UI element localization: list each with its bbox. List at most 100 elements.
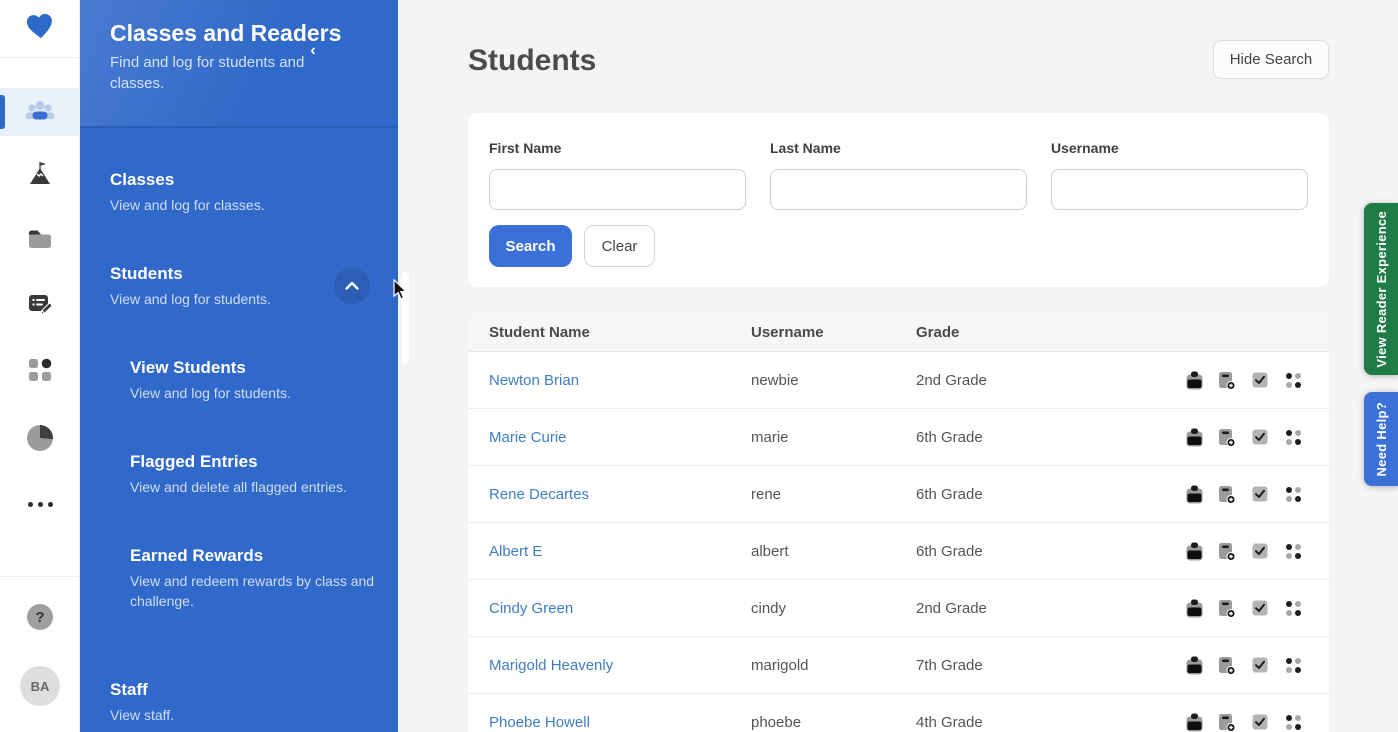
brand-logo[interactable] [0, 6, 80, 52]
student-username: marigold [751, 657, 916, 674]
nav-section-desc: View and log for classes. [110, 195, 265, 215]
reader-dots-icon[interactable] [1284, 371, 1302, 390]
add-log-icon[interactable] [1218, 428, 1236, 447]
need-help-tab[interactable]: Need Help? [1364, 392, 1398, 486]
add-log-icon[interactable] [1218, 599, 1236, 618]
table-row: Albert E albert 6th Grade [468, 523, 1329, 580]
backpack-icon[interactable] [1185, 428, 1203, 447]
add-log-icon[interactable] [1218, 485, 1236, 504]
column-header-student-name: Student Name [489, 324, 751, 341]
table-row: Phoebe Howell phoebe 4th Grade [468, 694, 1329, 732]
rail-item-help[interactable]: ? [0, 593, 80, 641]
nav-section-staff[interactable]: Staff View staff. [110, 680, 174, 725]
view-reader-experience-tab[interactable]: View Reader Experience [1364, 203, 1398, 375]
checkbox-check-icon[interactable] [1251, 371, 1269, 390]
collapse-panel-button[interactable]: ‹ [302, 40, 324, 62]
folder-icon [26, 227, 54, 256]
app: ? BA Classes and Readers Find and log fo… [0, 0, 1398, 732]
panel-scrollbar-thumb[interactable] [402, 272, 409, 364]
student-username: albert [751, 543, 916, 560]
username-input[interactable] [1051, 169, 1308, 210]
nav-section-students[interactable]: Students View and log for students. [110, 264, 271, 309]
clear-button[interactable]: Clear [584, 225, 655, 267]
row-actions [1185, 599, 1302, 618]
search-button[interactable]: Search [489, 225, 572, 267]
reader-dots-icon[interactable] [1284, 656, 1302, 675]
nav-section-desc: View and redeem rewards by class and cha… [130, 571, 380, 611]
student-name-link[interactable]: Marigold Heavenly [489, 657, 751, 674]
log-notes-icon [26, 292, 54, 323]
row-actions [1185, 428, 1302, 447]
nav-section-label: Earned Rewards [130, 546, 380, 566]
rail-item-challenges[interactable] [0, 152, 80, 200]
add-log-icon[interactable] [1218, 371, 1236, 390]
hide-search-button[interactable]: Hide Search [1213, 40, 1329, 79]
student-username: newbie [751, 372, 916, 389]
add-log-icon[interactable] [1218, 656, 1236, 675]
chevron-left-icon: ‹ [310, 42, 315, 60]
backpack-icon[interactable] [1185, 656, 1203, 675]
row-actions [1185, 371, 1302, 390]
table-row: Cindy Green cindy 2nd Grade [468, 580, 1329, 637]
student-name-link[interactable]: Albert E [489, 543, 751, 560]
rail-item-reading-log[interactable] [0, 283, 80, 331]
checkbox-check-icon[interactable] [1251, 428, 1269, 447]
last-name-input[interactable] [770, 169, 1027, 210]
rail-item-challenges-grid[interactable] [0, 348, 80, 396]
student-username: rene [751, 486, 916, 503]
checkbox-check-icon[interactable] [1251, 485, 1269, 504]
nav-section-view-students[interactable]: View Students View and log for students. [130, 358, 291, 403]
checkbox-check-icon[interactable] [1251, 656, 1269, 675]
checkbox-check-icon[interactable] [1251, 542, 1269, 561]
student-name-link[interactable]: Cindy Green [489, 600, 751, 617]
backpack-icon[interactable] [1185, 542, 1203, 561]
add-log-icon[interactable] [1218, 713, 1236, 732]
table-row: Rene Decartes rene 6th Grade [468, 466, 1329, 523]
rail-item-reports[interactable] [0, 414, 80, 462]
first-name-field: First Name [489, 140, 746, 210]
heart-logo-icon [25, 12, 55, 47]
last-name-label: Last Name [770, 140, 1027, 156]
student-name-link[interactable]: Marie Curie [489, 429, 751, 446]
reader-dots-icon[interactable] [1284, 485, 1302, 504]
backpack-icon[interactable] [1185, 371, 1203, 390]
backpack-icon[interactable] [1185, 485, 1203, 504]
checkbox-check-icon[interactable] [1251, 599, 1269, 618]
user-avatar[interactable]: BA [20, 666, 60, 706]
nav-section-flagged-entries[interactable]: Flagged Entries View and delete all flag… [130, 452, 347, 497]
student-name-link[interactable]: Phoebe Howell [489, 714, 751, 731]
add-log-icon[interactable] [1218, 542, 1236, 561]
question-mark-icon: ? [27, 604, 53, 630]
rail-item-classes-and-readers[interactable] [0, 88, 80, 136]
rail-item-more[interactable] [0, 480, 80, 528]
reader-dots-icon[interactable] [1284, 599, 1302, 618]
students-table: Student Name Username Grade Newton Brian… [468, 313, 1329, 732]
row-actions [1185, 485, 1302, 504]
column-header-username: Username [751, 324, 916, 341]
table-header-row: Student Name Username Grade [468, 313, 1329, 352]
nav-section-label: Students [110, 264, 271, 284]
nav-section-earned-rewards[interactable]: Earned Rewards View and redeem rewards b… [130, 546, 380, 611]
more-ellipsis-icon [28, 502, 53, 507]
apps-grid-icon [28, 358, 52, 387]
checkbox-check-icon[interactable] [1251, 713, 1269, 732]
student-name-link[interactable]: Rene Decartes [489, 486, 751, 503]
rail-item-collections[interactable] [0, 217, 80, 265]
student-grade: 4th Grade [916, 714, 1185, 731]
backpack-icon[interactable] [1185, 713, 1203, 732]
first-name-label: First Name [489, 140, 746, 156]
reader-dots-icon[interactable] [1284, 542, 1302, 561]
username-field: Username [1051, 140, 1308, 210]
backpack-icon[interactable] [1185, 599, 1203, 618]
left-rail: ? BA [0, 0, 80, 732]
table-body: Newton Brian newbie 2nd Grade [468, 352, 1329, 732]
first-name-input[interactable] [489, 169, 746, 210]
pie-chart-icon [27, 425, 53, 451]
nav-section-classes[interactable]: Classes View and log for classes. [110, 170, 265, 215]
nav-section-label: Flagged Entries [130, 452, 347, 472]
nav-section-label: Staff [110, 680, 174, 700]
reader-dots-icon[interactable] [1284, 713, 1302, 732]
reader-dots-icon[interactable] [1284, 428, 1302, 447]
collapse-students-button[interactable] [334, 268, 370, 304]
student-name-link[interactable]: Newton Brian [489, 372, 751, 389]
